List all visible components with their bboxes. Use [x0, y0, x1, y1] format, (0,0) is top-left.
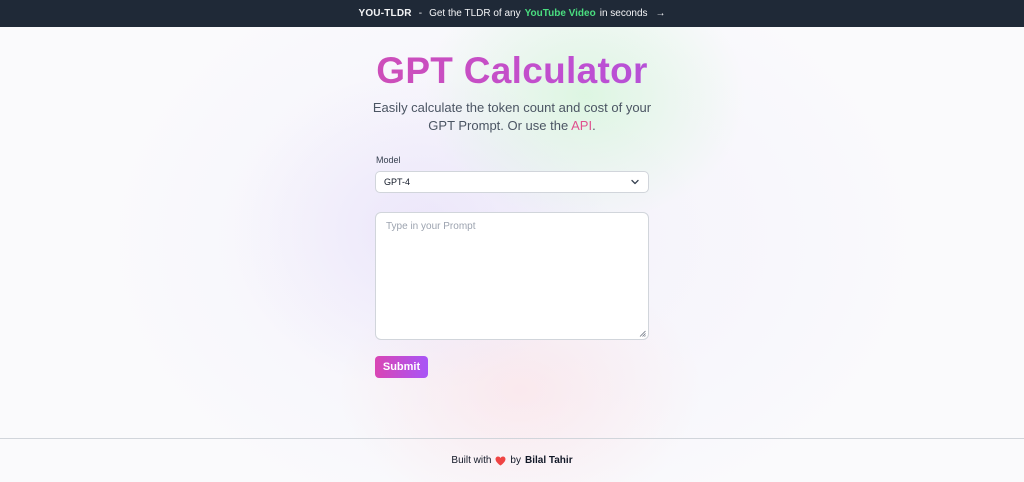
promo-banner[interactable]: YOU-TLDR - Get the TLDR of any YouTube V…	[0, 0, 1024, 27]
subtitle-text: Easily calculate the token count and cos…	[372, 100, 652, 133]
page-title: GPT Calculator	[0, 49, 1024, 93]
main-content: GPT Calculator Easily calculate the toke…	[0, 27, 1024, 438]
heart-icon	[495, 455, 506, 466]
promo-text: Get the TLDR of any	[429, 8, 521, 19]
footer-built-with: Built with	[451, 455, 492, 466]
author-link[interactable]: Bilal Tahir	[525, 455, 573, 466]
model-select[interactable]: GPT-4	[375, 171, 649, 193]
submit-button[interactable]: Submit	[375, 356, 428, 378]
api-link[interactable]: API	[571, 118, 592, 133]
promo-brand: YOU-TLDR	[358, 8, 412, 19]
model-label: Model	[376, 155, 401, 165]
model-selected-value: GPT-4	[384, 177, 411, 187]
footer-by: by	[510, 455, 521, 466]
subtitle-period: .	[592, 118, 596, 133]
arrow-right-icon: →	[655, 8, 666, 19]
chevron-down-icon	[631, 179, 639, 185]
prompt-input[interactable]: Type in your Prompt	[375, 212, 649, 340]
promo-highlight: YouTube Video	[524, 8, 596, 19]
promo-separator: -	[418, 8, 423, 19]
promo-text-end: in seconds	[599, 8, 648, 19]
prompt-placeholder: Type in your Prompt	[386, 221, 476, 232]
footer: Built with by Bilal Tahir	[0, 438, 1024, 482]
page-subtitle: Easily calculate the token count and cos…	[362, 99, 662, 135]
resize-handle-icon[interactable]	[639, 330, 646, 337]
